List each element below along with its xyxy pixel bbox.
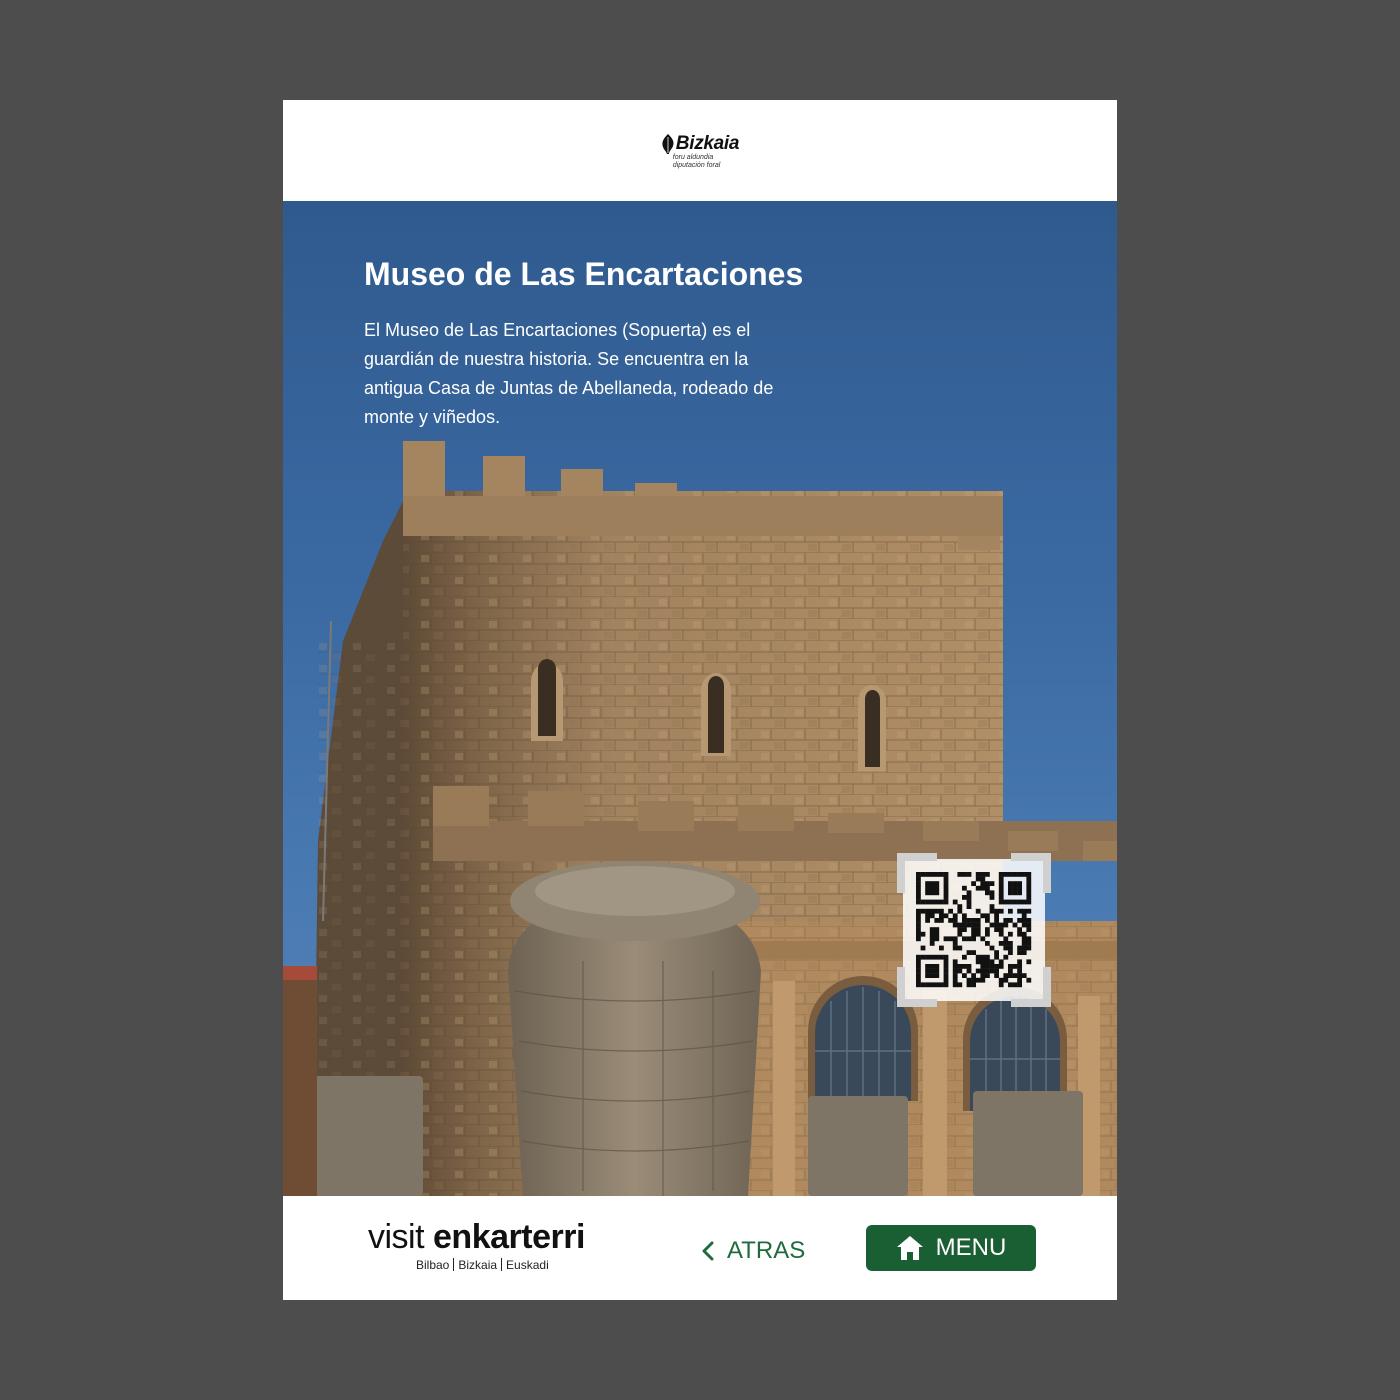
menu-button-label: MENU — [935, 1234, 1007, 1261]
header: Bizkaia foru aldundia diputación foral — [283, 100, 1117, 201]
brand-light: visit — [368, 1218, 425, 1256]
hero-section: Museo de Las Encartaciones El Museo de L… — [283, 201, 1117, 1196]
brand-place-1: Bilbao — [416, 1258, 450, 1272]
qr-code-icon[interactable] — [897, 853, 1051, 1007]
museum-description: El Museo de Las Encartaciones (Sopuerta)… — [364, 320, 774, 427]
home-icon — [896, 1236, 923, 1260]
chevron-left-icon — [702, 1241, 714, 1261]
back-button-label: ATRAS — [727, 1237, 806, 1264]
bizkaia-logo: Bizkaia foru aldundia diputación foral — [661, 132, 740, 170]
brand-place-2: Bizkaia — [458, 1258, 498, 1272]
brand-place-3: Euskadi — [506, 1258, 549, 1272]
logo-wordmark: Bizkaia — [675, 132, 740, 154]
logo-subtitle-1: foru aldundia — [672, 153, 714, 161]
leaf-icon — [662, 133, 674, 154]
footer: visit enkarterri Bilbao Bizkaia Euskadi AT… — [283, 1196, 1117, 1300]
logo-subtitle-2: diputación foral — [672, 161, 721, 169]
page-title: Museo de Las Encartaciones — [364, 256, 804, 292]
menu-button[interactable]: MENU — [866, 1225, 1036, 1271]
brand-bold: enkarterri — [433, 1218, 585, 1256]
brand-places: Bilbao Bizkaia Euskadi — [416, 1258, 613, 1272]
back-button[interactable]: ATRAS — [701, 1234, 805, 1268]
visit-enkarterri-logo: visit enkarterri Bilbao Bizkaia Euskadi — [368, 1218, 613, 1272]
kiosk-screen: Bizkaia foru aldundia diputación foral M… — [283, 100, 1117, 1300]
